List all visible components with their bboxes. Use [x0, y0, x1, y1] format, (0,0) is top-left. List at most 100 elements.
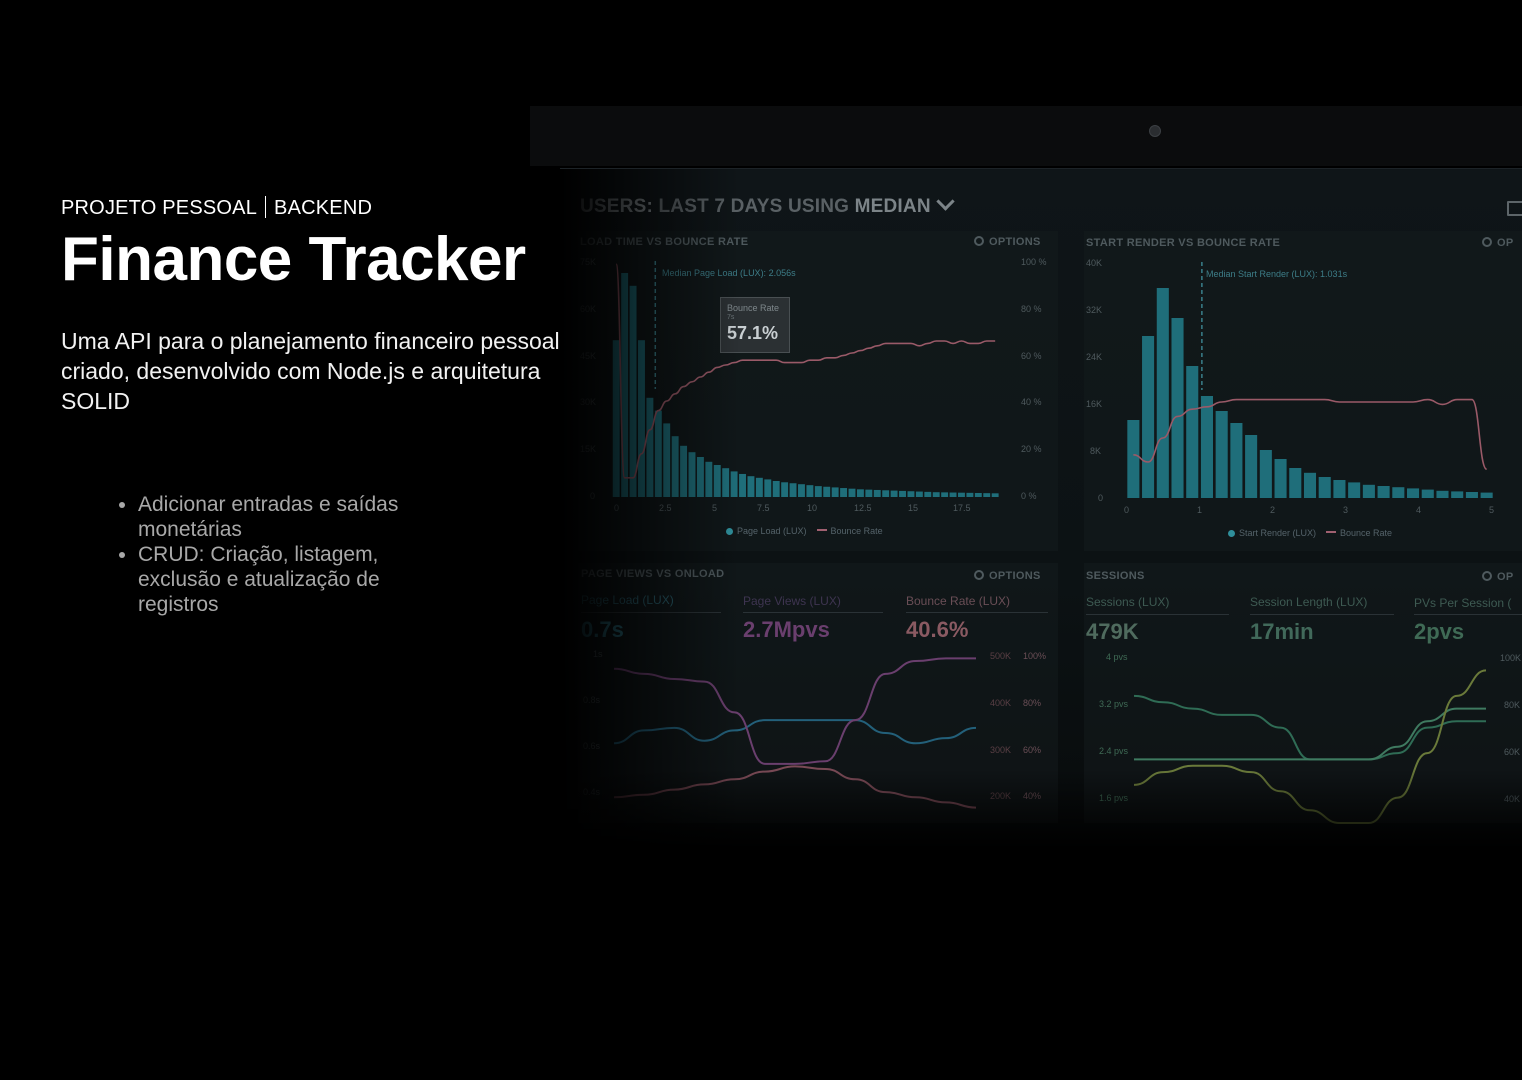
bar — [1348, 482, 1361, 498]
bar — [1392, 487, 1405, 498]
gear-icon — [974, 236, 984, 246]
options-button[interactable]: OPTIONS — [974, 570, 1041, 582]
legend-swatch — [816, 529, 827, 531]
kpi-label: Page Views (LUX) — [743, 594, 841, 608]
bar — [1303, 472, 1317, 498]
bar — [1436, 490, 1449, 498]
kpi-value-sessions: 479K — [1086, 619, 1139, 644]
legend-label: Page Load (LUX) — [737, 526, 807, 536]
y-tick: 8K — [1090, 446, 1102, 456]
y-tick: 60K — [580, 304, 597, 314]
bar — [1362, 484, 1375, 498]
x-tick: 17.5 — [953, 503, 971, 513]
legend-label: Bounce Rate — [830, 526, 883, 536]
bar — [1421, 489, 1434, 498]
bar — [1289, 468, 1302, 498]
y2-tick: 100K — [1500, 653, 1522, 663]
dashboard-photo: USERS: LAST 7 DAYS USING MEDIAN LOAD TIM… — [490, 0, 1522, 1080]
gear-icon — [974, 570, 984, 580]
load-time-chart — [612, 261, 999, 497]
bar — [873, 489, 881, 497]
bar — [1142, 336, 1155, 498]
y2-tick: 300K — [990, 745, 1012, 755]
x-tick: 0 — [1124, 505, 1130, 515]
y3-tick: 80% — [1023, 698, 1042, 708]
y-tick: 45K — [580, 351, 597, 361]
panel-title: START RENDER VS BOUNCE RATE — [1086, 237, 1281, 249]
category-label: PROJETO PESSOAL — [61, 197, 258, 219]
legend-swatch — [726, 528, 733, 535]
bar — [907, 491, 915, 497]
y-tick: 2.4 pvs — [1099, 746, 1129, 756]
tooltip-value: 57.1% — [727, 323, 779, 343]
y2-tick: 40K — [1504, 794, 1521, 804]
bar — [1230, 423, 1243, 498]
panel-sessions: SESSIONS OP Sessions (LUX) Session Lengt… — [1084, 563, 1522, 824]
bar — [1156, 288, 1169, 498]
y-tick: 30K — [580, 397, 597, 407]
kpi-value-pvs-per-session: 2pvs — [1414, 619, 1465, 644]
series-line — [1133, 669, 1487, 824]
bar — [966, 492, 974, 497]
y-tick: 1.6 pvs — [1099, 793, 1129, 803]
median-annotation: Median Start Render (LUX): 1.031s — [1206, 269, 1348, 279]
bar — [1127, 420, 1140, 498]
x-tick: 2 — [1270, 505, 1276, 515]
kpi-divider — [1250, 614, 1394, 615]
bar — [1377, 486, 1390, 498]
bar — [1186, 366, 1199, 498]
panel-title: SESSIONS — [1086, 570, 1145, 582]
options-button[interactable]: OP — [1482, 237, 1514, 249]
options-button[interactable]: OPTIONS — [974, 236, 1041, 248]
bar — [958, 492, 965, 497]
bar — [696, 457, 704, 497]
options-label: OPTIONS — [989, 236, 1041, 248]
x-tick: 10 — [807, 503, 818, 513]
bar — [1318, 477, 1331, 498]
x-tick: 7.5 — [757, 503, 770, 513]
bar — [1333, 480, 1346, 498]
bar — [798, 484, 805, 497]
bar — [983, 493, 991, 497]
kpi-divider — [906, 612, 1048, 613]
y-tick: 3.2 pvs — [1099, 699, 1129, 709]
kpi-value-page-views: 2.7Mpvs — [743, 617, 830, 642]
display-icon — [1507, 201, 1522, 216]
feature-item: CRUD: Criação, listagem, exclusão e atua… — [138, 542, 458, 617]
series-line — [1134, 707, 1486, 761]
project-description: Uma API para o planejamento financeiro p… — [61, 328, 560, 414]
bar — [865, 489, 873, 497]
y2-tick: 20 % — [1021, 444, 1042, 454]
y-tick: 4 pvs — [1106, 652, 1128, 662]
y-tick: 0.8s — [583, 695, 601, 705]
x-tick: 1 — [1197, 505, 1203, 515]
y-tick: 75K — [580, 257, 597, 267]
options-label: OPTIONS — [989, 570, 1041, 582]
x-tick: 4 — [1416, 505, 1422, 515]
options-label: OP — [1497, 237, 1514, 249]
bar — [671, 436, 679, 497]
x-tick: 12.5 — [854, 503, 872, 513]
chart-legend: Page Load (LUX) Bounce Rate — [726, 526, 883, 536]
sessions-chart — [1133, 669, 1487, 824]
panel-page-views: PAGE VIEWS VS ONLOAD OPTIONS Page Load (… — [578, 563, 1058, 823]
series-line — [613, 765, 977, 809]
bar — [840, 488, 848, 497]
legend-label: Bounce Rate — [1340, 528, 1393, 538]
bar — [739, 473, 746, 497]
options-button[interactable]: OP — [1482, 571, 1514, 583]
kpi-label: Page Load (LUX) — [581, 593, 674, 607]
bar — [705, 461, 713, 497]
dashboard-title-metric: MEDIAN — [854, 196, 931, 217]
x-tick: 15 — [908, 503, 919, 513]
y2-tick: 200K — [990, 791, 1012, 801]
legend-swatch — [1228, 530, 1235, 537]
bar — [722, 468, 730, 497]
bar — [747, 476, 755, 497]
webcam-icon — [1149, 125, 1161, 137]
chevron-down-icon — [936, 192, 955, 211]
kpi-divider — [1414, 614, 1522, 615]
tooltip-sub: 7s — [727, 314, 735, 321]
y-tick: 1s — [593, 649, 603, 659]
monitor-bezel — [530, 106, 1522, 166]
